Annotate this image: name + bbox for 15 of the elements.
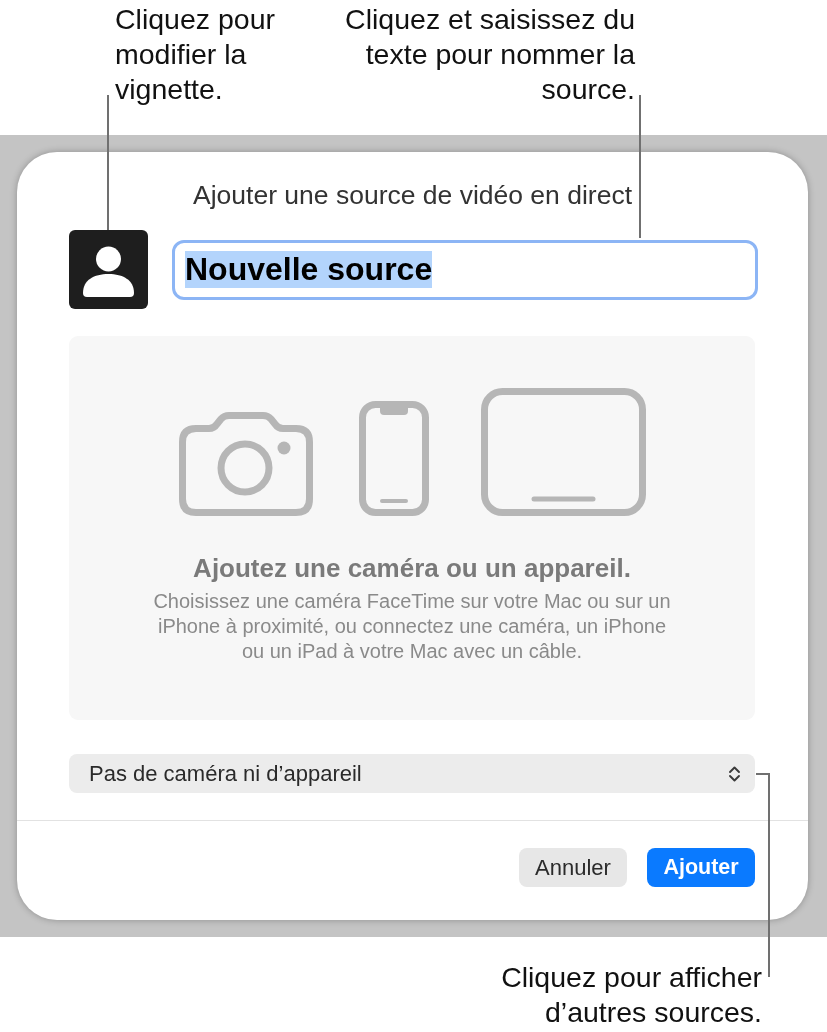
camera-icon (178, 412, 313, 516)
name-field[interactable]: Nouvelle source (172, 239, 758, 300)
callout-text: Cliquez pour modifier la vignette. (115, 2, 275, 107)
dialog-title: Ajouter une source de vidéo en direct (193, 180, 632, 210)
callout-text: Cliquez pour afficher d’autres sources. (501, 960, 762, 1030)
chevron-up-down-icon (728, 763, 741, 784)
person-icon[interactable] (69, 230, 148, 309)
cancel-button[interactable]: Annuler (519, 848, 627, 887)
empty-state-heading: Ajoutez une caméra ou un appareil. (193, 553, 631, 583)
empty-state-text: Choisissez une caméra FaceTime sur votre Mac ou sur un iPhone à proximité, ou connectez une caméra, un iPhone ou un iPad à votre Mac avec un câble. (153, 589, 671, 664)
add-button[interactable]: Ajouter (647, 848, 755, 887)
tablet-icon (480, 388, 646, 516)
source-popup[interactable]: Pas de caméra ni d’appareil (69, 754, 755, 793)
phone-icon (358, 401, 429, 516)
callout-text: Cliquez et saisissez du texte pour nommer la source. (345, 2, 635, 107)
